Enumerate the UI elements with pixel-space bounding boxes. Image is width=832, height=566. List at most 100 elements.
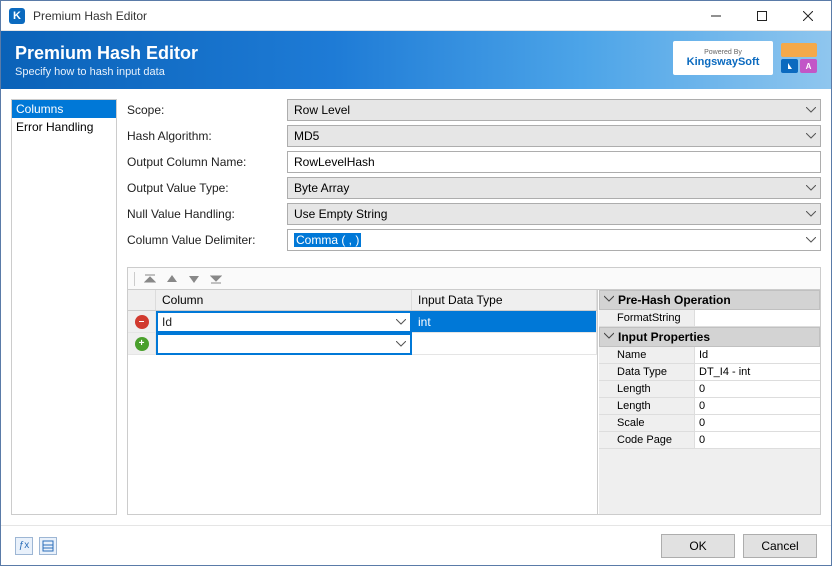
- chevron-down-icon: [806, 133, 816, 139]
- prop-value[interactable]: 0: [695, 432, 820, 448]
- prop-key: Length: [599, 381, 695, 397]
- input-data-type-cell[interactable]: int: [412, 311, 597, 333]
- null-value-handling-select[interactable]: Use Empty String: [287, 203, 821, 225]
- grid-header-column[interactable]: Column: [156, 290, 412, 310]
- move-bottom-button[interactable]: [207, 271, 225, 287]
- output-value-type-value: Byte Array: [294, 181, 349, 195]
- output-value-type-label: Output Value Type:: [127, 181, 287, 195]
- grid-row-new[interactable]: +: [128, 333, 597, 355]
- column-cell-select[interactable]: Id: [156, 311, 412, 333]
- collapse-icon: [604, 294, 614, 304]
- ok-button[interactable]: OK: [661, 534, 735, 558]
- divider: [134, 272, 135, 286]
- section-title: Input Properties: [618, 330, 710, 344]
- close-button[interactable]: [785, 1, 831, 31]
- scope-label: Scope:: [127, 103, 287, 117]
- add-row-button[interactable]: +: [128, 333, 156, 355]
- grid-split: Column Input Data Type – Id int: [127, 289, 821, 515]
- banner: Premium Hash Editor Specify how to hash …: [1, 31, 831, 89]
- grid-header: Column Input Data Type: [128, 290, 597, 311]
- cancel-button[interactable]: Cancel: [743, 534, 817, 558]
- brand-area: Powered By KingswaySoft A: [673, 41, 817, 75]
- column-cell-select[interactable]: [156, 333, 412, 355]
- prop-key: Scale: [599, 415, 695, 431]
- hash-algorithm-label: Hash Algorithm:: [127, 129, 287, 143]
- section-title: Pre-Hash Operation: [618, 293, 731, 307]
- prop-code-page[interactable]: Code Page 0: [599, 432, 820, 449]
- prop-key: Length: [599, 398, 695, 414]
- chevron-down-icon: [396, 319, 406, 325]
- footer-icons: ƒx: [15, 537, 57, 555]
- property-panel: Pre-Hash Operation FormatString Input Pr…: [598, 290, 820, 514]
- window-title: Premium Hash Editor: [33, 9, 693, 23]
- prop-value[interactable]: 0: [695, 398, 820, 414]
- column-value-delimiter-select[interactable]: Comma ( , ): [287, 229, 821, 251]
- scope-select[interactable]: Row Level: [287, 99, 821, 121]
- collapse-icon: [604, 331, 614, 341]
- grid-area: Column Input Data Type – Id int: [127, 267, 821, 515]
- grid-row[interactable]: – Id int: [128, 311, 597, 333]
- prop-value[interactable]: [695, 310, 820, 326]
- sidebar: Columns Error Handling: [11, 99, 117, 515]
- hash-algorithm-select[interactable]: MD5: [287, 125, 821, 147]
- body: Columns Error Handling Scope: Row Level …: [1, 89, 831, 525]
- product-icon: A: [781, 43, 817, 73]
- prop-value[interactable]: 0: [695, 381, 820, 397]
- sidebar-item-error-handling[interactable]: Error Handling: [12, 118, 116, 136]
- output-value-type-select[interactable]: Byte Array: [287, 177, 821, 199]
- chevron-down-icon: [806, 237, 816, 243]
- grid-header-rowheader: [128, 290, 156, 310]
- banner-heading: Premium Hash Editor: [15, 43, 198, 64]
- section-pre-hash-operation[interactable]: Pre-Hash Operation: [599, 290, 820, 310]
- prop-scale[interactable]: Scale 0: [599, 415, 820, 432]
- prop-value[interactable]: DT_I4 - int: [695, 364, 820, 380]
- move-up-button[interactable]: [163, 271, 181, 287]
- sidebar-item-columns[interactable]: Columns: [12, 100, 116, 118]
- expression-icon[interactable]: ƒx: [15, 537, 33, 555]
- brand-logo: Powered By KingswaySoft: [673, 41, 773, 75]
- prop-key: Code Page: [599, 432, 695, 448]
- column-cell-value: Id: [162, 315, 172, 329]
- prop-key: FormatString: [599, 310, 695, 326]
- titlebar: K Premium Hash Editor: [1, 1, 831, 31]
- chevron-down-icon: [806, 211, 816, 217]
- window-controls: [693, 1, 831, 31]
- powered-by-label: Powered By: [704, 49, 742, 56]
- maximize-button[interactable]: [739, 1, 785, 31]
- remove-row-button[interactable]: –: [128, 311, 156, 333]
- grid-toolbar: [127, 267, 821, 289]
- move-top-button[interactable]: [141, 271, 159, 287]
- hash-algorithm-value: MD5: [294, 129, 319, 143]
- prop-key: Data Type: [599, 364, 695, 380]
- prop-value[interactable]: Id: [695, 347, 820, 363]
- output-column-name-input[interactable]: RowLevelHash: [287, 151, 821, 173]
- column-value-delimiter-label: Column Value Delimiter:: [127, 233, 287, 247]
- minimize-button[interactable]: [693, 1, 739, 31]
- chevron-down-icon: [396, 341, 406, 347]
- column-value-delimiter-value: Comma ( , ): [294, 233, 361, 247]
- move-down-button[interactable]: [185, 271, 203, 287]
- null-value-handling-value: Use Empty String: [294, 207, 387, 221]
- plus-icon: +: [135, 337, 149, 351]
- app-icon: K: [9, 8, 25, 24]
- input-data-type-cell[interactable]: [412, 333, 597, 355]
- section-input-properties[interactable]: Input Properties: [599, 327, 820, 347]
- prop-length[interactable]: Length 0: [599, 381, 820, 398]
- prop-value[interactable]: 0: [695, 415, 820, 431]
- chevron-down-icon: [806, 107, 816, 113]
- brand-name: KingswaySoft: [687, 56, 760, 68]
- grid-left: Column Input Data Type – Id int: [128, 290, 598, 514]
- grid-header-input-data-type[interactable]: Input Data Type: [412, 290, 597, 310]
- prop-key: Name: [599, 347, 695, 363]
- banner-subtitle: Specify how to hash input data: [15, 66, 198, 78]
- main-panel: Scope: Row Level Hash Algorithm: MD5 Out…: [127, 99, 821, 515]
- properties-icon[interactable]: [39, 537, 57, 555]
- window: K Premium Hash Editor Premium Hash Edito…: [0, 0, 832, 566]
- footer: ƒx OK Cancel: [1, 525, 831, 565]
- prop-data-type[interactable]: Data Type DT_I4 - int: [599, 364, 820, 381]
- output-column-name-value: RowLevelHash: [294, 155, 375, 169]
- prop-length-2[interactable]: Length 0: [599, 398, 820, 415]
- prop-format-string[interactable]: FormatString: [599, 310, 820, 327]
- prop-name[interactable]: Name Id: [599, 347, 820, 364]
- minus-icon: –: [135, 315, 149, 329]
